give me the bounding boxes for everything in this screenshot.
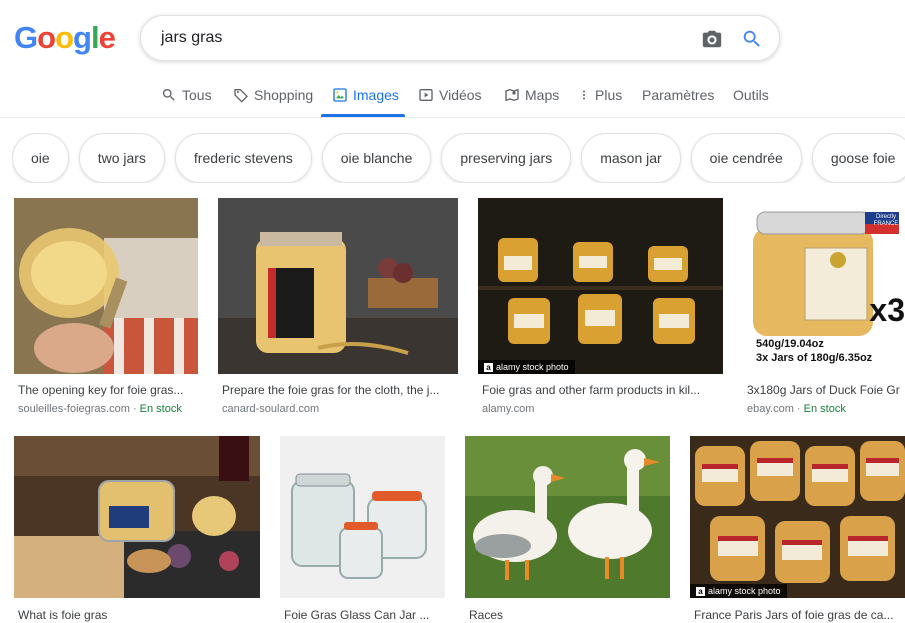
farm-products-jars-image (478, 198, 723, 374)
result-thumbnail[interactable] (14, 436, 260, 598)
chip[interactable]: oie blanche (321, 133, 432, 183)
result-title[interactable]: Prepare the foie gras for the cloth, the… (222, 383, 458, 397)
stock-badge: En stock (139, 403, 182, 415)
tab-label: Maps (525, 87, 560, 103)
glass-jars-image (280, 436, 445, 598)
result-thumbnail[interactable] (14, 198, 198, 374)
result-title[interactable]: What is foie gras (18, 608, 260, 622)
alamy-logo-icon: a (696, 586, 705, 596)
related-searches-chips: oie two jars frederic stevens oie blanch… (12, 133, 905, 183)
tab-tous[interactable]: Tous (161, 86, 212, 104)
image-result[interactable]: Foie Gras Glass Can Jar ... (280, 436, 445, 623)
tab-label: Outils (733, 87, 769, 103)
tab-label: Plus (595, 87, 623, 103)
watermark-text: alamy stock photo (708, 586, 781, 596)
tab-label: Shopping (254, 87, 314, 103)
result-thumbnail[interactable] (280, 436, 445, 598)
image-result[interactable]: The opening key for foie gras... souleil… (14, 198, 198, 418)
product-size: 3x Jars of 180g/6.35oz (756, 352, 873, 364)
image-result[interactable]: a alamy stock photo Foie gras and other f… (478, 198, 723, 418)
chip[interactable]: goose foie (811, 133, 905, 183)
tab-label: Vidéos (439, 87, 482, 103)
product-weight: 540g/19.04oz (756, 338, 824, 350)
result-source: alamy.com (482, 403, 535, 415)
logo-letter: l (90, 20, 100, 55)
image-result[interactable]: Directly FRANCE x3 540g/19.04oz 3x Jars … (743, 198, 905, 418)
logo-letter: o (37, 20, 56, 55)
tab-shopping[interactable]: Shopping (233, 86, 313, 104)
search-icon (162, 89, 175, 101)
tab-videos[interactable]: Vidéos (418, 86, 482, 104)
google-logo[interactable]: Google (14, 20, 116, 56)
alamy-watermark: a alamy stock photo (478, 360, 575, 374)
tab-maps[interactable]: Maps (504, 86, 559, 104)
image-result[interactable]: Races (465, 436, 670, 623)
chip[interactable]: two jars (78, 133, 165, 183)
result-source: canard-soulard.com (222, 403, 320, 415)
image-icon (333, 88, 347, 102)
jar-with-key-image (14, 198, 198, 374)
tab-plus[interactable]: Plus (578, 86, 622, 104)
more-vert-icon (583, 90, 585, 100)
chip[interactable]: oie cendrée (690, 133, 802, 183)
image-result[interactable]: a alamy stock photo France Paris Jars of … (690, 436, 905, 623)
source-domain: ebay.com (747, 403, 794, 415)
chip[interactable]: frederic stevens (174, 133, 312, 183)
tab-images[interactable]: Images (332, 86, 399, 104)
result-source: ebay.com · En stock (747, 403, 846, 415)
directly-france-badge: Directly FRANCE (873, 214, 899, 227)
result-thumbnail[interactable]: a alamy stock photo (478, 198, 723, 374)
result-title[interactable]: Foie gras and other farm products in kil… (482, 383, 723, 397)
stock-badge: En stock (803, 403, 846, 415)
image-result[interactable]: What is foie gras (14, 436, 260, 623)
result-title[interactable]: Races (469, 608, 670, 622)
result-source: souleilles-foiegras.com · En stock (18, 403, 182, 415)
search-icon[interactable] (741, 28, 763, 50)
active-tab-indicator (321, 114, 405, 117)
result-title[interactable]: Foie Gras Glass Can Jar ... (284, 608, 445, 622)
tab-outils[interactable]: Outils (733, 86, 769, 104)
paris-jars-image (690, 436, 905, 598)
foie-gras-on-slate-image (14, 436, 260, 598)
map-icon (505, 88, 519, 102)
camera-icon[interactable] (701, 28, 723, 50)
watermark-text: alamy stock photo (496, 362, 569, 372)
tab-label: Images (353, 87, 399, 103)
chip[interactable]: oie (12, 133, 69, 183)
alamy-watermark: a alamy stock photo (690, 584, 787, 598)
result-title[interactable]: The opening key for foie gras... (18, 383, 200, 397)
geese-image (465, 436, 670, 598)
search-tabs: Tous Shopping Images Vidéos Maps Plus Pa… (0, 78, 905, 118)
result-thumbnail[interactable]: Directly FRANCE x3 540g/19.04oz 3x Jars … (743, 198, 905, 374)
alamy-logo-icon: a (484, 362, 493, 372)
logo-letter: e (98, 20, 116, 55)
result-thumbnail[interactable]: a alamy stock photo (690, 436, 905, 598)
result-title[interactable]: 3x180g Jars of Duck Foie Gr (747, 383, 905, 397)
chip[interactable]: mason jar (581, 133, 681, 183)
image-result[interactable]: Prepare the foie gras for the cloth, the… (218, 198, 458, 418)
source-domain: souleilles-foiegras.com (18, 403, 130, 415)
result-thumbnail[interactable] (218, 198, 458, 374)
result-title[interactable]: France Paris Jars of foie gras de ca... (694, 608, 905, 622)
tag-icon (234, 89, 248, 103)
play-icon (419, 89, 433, 101)
chip[interactable]: preserving jars (441, 133, 572, 183)
tab-label: Paramètres (642, 87, 715, 103)
search-input[interactable]: jars gras (161, 29, 222, 47)
tab-parametres[interactable]: Paramètres (642, 86, 714, 104)
tab-label: Tous (182, 87, 212, 103)
result-thumbnail[interactable] (465, 436, 670, 598)
logo-letter: G (14, 20, 38, 55)
search-box[interactable]: jars gras (140, 15, 780, 61)
foie-gras-jar-image (218, 198, 458, 374)
logo-letter: g (73, 20, 92, 55)
quantity-badge: x3 (869, 292, 905, 328)
logo-letter: o (55, 20, 74, 55)
